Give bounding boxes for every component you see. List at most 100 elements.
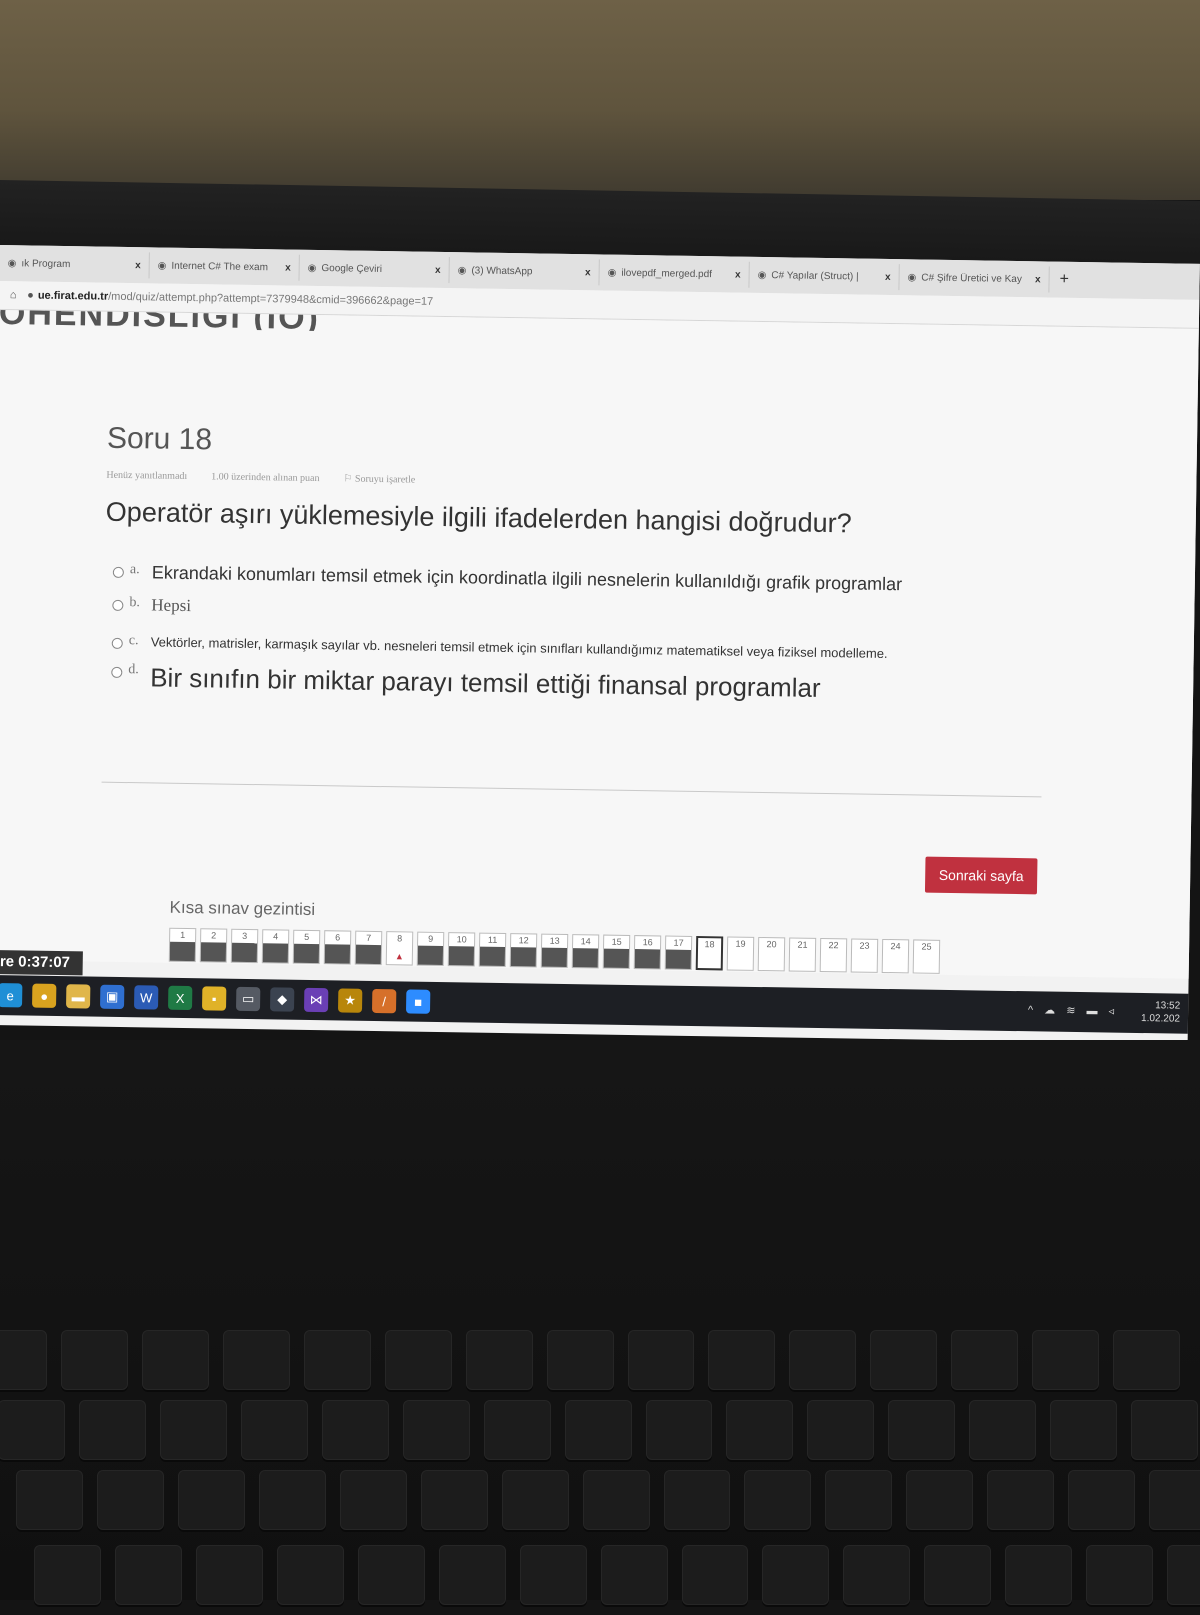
quiz-nav-button-17[interactable]: 17 — [664, 935, 693, 970]
close-tab-icon[interactable]: x — [585, 267, 591, 278]
document-icon: ◉ — [7, 257, 17, 269]
answer-text: Ekrandaki konumları temsil etmek için ko… — [151, 562, 903, 595]
system-tray-icons[interactable]: ^ ☁ ≋ ▬ ◃ — [1028, 1003, 1118, 1017]
keyboard-key — [303, 1330, 371, 1390]
system-clock[interactable]: 13:52 1.02.202 — [1141, 999, 1180, 1026]
close-tab-icon[interactable]: x — [285, 262, 291, 273]
close-tab-icon[interactable]: x — [435, 264, 441, 275]
radio-button[interactable] — [112, 599, 124, 611]
excel-icon[interactable]: X — [168, 985, 193, 1011]
quiz-nav-button-2[interactable]: 2 — [199, 928, 228, 963]
star-icon[interactable]: ★ — [337, 988, 363, 1013]
quiz-nav-button-21[interactable]: 21 — [788, 937, 817, 972]
keyboard-key — [141, 1330, 209, 1390]
nav-number: 3 — [242, 930, 248, 941]
browser-tab[interactable]: ◉ ilovepdf_merged.pdf x — [599, 259, 750, 288]
question-number: Soru 18 — [106, 421, 213, 457]
answered-fill — [324, 944, 351, 964]
keyboard-key — [483, 1400, 551, 1460]
quiz-nav-button-18[interactable]: 18 — [695, 936, 724, 971]
quiz-nav-button-10[interactable]: 10 — [447, 932, 476, 967]
answered-fill — [169, 941, 196, 962]
store-icon[interactable]: ▣ — [100, 984, 125, 1010]
quiz-nav-button-4[interactable]: 4 — [261, 929, 290, 964]
quiz-nav-button-20[interactable]: 20 — [757, 936, 786, 972]
quiz-nav-button-9[interactable]: 9 — [416, 931, 445, 967]
edge-icon[interactable]: e — [0, 983, 23, 1008]
keyboard-row — [16, 1470, 1200, 1540]
keyboard-key — [1032, 1330, 1100, 1390]
home-icon[interactable]: ⌂ — [0, 289, 27, 301]
keyboard-key — [501, 1470, 569, 1530]
keyboard-key — [924, 1545, 992, 1605]
globe-icon: ◉ — [157, 259, 167, 272]
quiz-nav-button-25[interactable]: 25 — [912, 939, 941, 974]
clock-date: 1.02.202 — [1140, 1013, 1181, 1025]
quiz-nav-button-1[interactable]: 1 — [168, 927, 197, 963]
zoom-icon[interactable]: ■ — [405, 989, 431, 1014]
tab-label: C# Yapılar (Struct) | — [771, 269, 859, 282]
answered-fill — [448, 946, 475, 966]
next-page-button[interactable]: Sonraki sayfa — [924, 856, 1038, 895]
quiz-nav-button-11[interactable]: 11 — [478, 932, 507, 968]
quiz-nav-button-14[interactable]: 14 — [571, 934, 600, 969]
quiz-nav-button-19[interactable]: 19 — [726, 936, 755, 971]
quiz-nav-button-3[interactable]: 3 — [230, 928, 259, 964]
close-tab-icon[interactable]: x — [885, 271, 891, 282]
quiz-nav-button-12[interactable]: 12 — [509, 933, 538, 968]
browser-tab[interactable]: ◉ Google Çeviri x — [299, 254, 450, 284]
keyboard-key — [96, 1470, 164, 1530]
pencil-app-icon[interactable]: / — [371, 988, 397, 1014]
answer-option-b[interactable]: b. Hepsi — [112, 595, 1062, 630]
quiz-nav-button-16[interactable]: 16 — [633, 935, 662, 970]
quiz-nav-button-13[interactable]: 13 — [540, 933, 569, 969]
answer-letter: a. — [129, 562, 140, 578]
word-icon[interactable]: W — [134, 985, 159, 1010]
close-tab-icon[interactable]: x — [135, 260, 141, 271]
close-tab-icon[interactable]: x — [1035, 274, 1041, 285]
browser-tab[interactable]: ◉ (3) WhatsApp x — [449, 257, 600, 286]
window-icon[interactable]: ▭ — [236, 986, 261, 1012]
answer-text: Vektörler, matrisler, karmaşık sayılar v… — [150, 634, 888, 661]
quiz-nav-button-5[interactable]: 5 — [292, 929, 321, 965]
visual-studio-icon[interactable]: ⋈ — [303, 987, 329, 1013]
browser-tab[interactable]: ◉ C# Yapılar (Struct) | x — [749, 261, 900, 291]
radio-button[interactable] — [111, 666, 123, 678]
quiz-nav-button-23[interactable]: 23 — [850, 938, 879, 973]
radio-button[interactable] — [111, 637, 123, 649]
keyboard-key — [600, 1545, 668, 1605]
keyboard-key — [681, 1545, 749, 1605]
quiz-nav-button-8[interactable]: 8 ▲ — [385, 931, 414, 966]
radio-button[interactable] — [112, 566, 124, 578]
quiz-nav-button-15[interactable]: 15 — [602, 934, 631, 969]
file-explorer-icon[interactable]: ▬ — [66, 984, 91, 1009]
keyboard-key — [195, 1545, 263, 1605]
chrome-icon[interactable]: ● — [32, 983, 57, 1008]
flag-question-link[interactable]: ⚐ Soruyu işaretle — [343, 473, 415, 485]
new-tab-button[interactable]: + — [1049, 270, 1079, 288]
question-points: 1.00 üzerinden alınan puan — [211, 471, 320, 485]
close-tab-icon[interactable]: x — [735, 269, 741, 280]
keyboard-key — [114, 1545, 182, 1605]
keyboard-key — [276, 1545, 344, 1605]
nav-number: 17 — [673, 937, 684, 948]
answer-option-d[interactable]: d. Bir sınıfın bir miktar parayı temsil … — [111, 662, 1061, 708]
answered-fill — [603, 948, 630, 968]
keyboard-key — [321, 1400, 389, 1460]
tab-label: Google Çeviri — [321, 262, 383, 275]
app-yellow-icon[interactable]: ▪ — [202, 986, 227, 1011]
browser-tab[interactable]: ◉ C# Şifre Üretici ve Kay x — [899, 264, 1050, 293]
keyboard-key — [744, 1470, 812, 1530]
browser-tab[interactable]: ◉ Internet C# The exam x — [149, 252, 300, 281]
keyboard-key — [384, 1330, 452, 1390]
quiz-nav-button-24[interactable]: 24 — [881, 938, 910, 974]
answer-option-c[interactable]: c. Vektörler, matrisler, karmaşık sayıla… — [111, 633, 1062, 665]
quiz-nav-button-22[interactable]: 22 — [819, 937, 848, 973]
answer-option-a[interactable]: a. Ekrandaki konumları temsil etmek için… — [112, 562, 1063, 598]
keyboard-key — [789, 1330, 857, 1390]
quiz-nav-button-6[interactable]: 6 — [323, 930, 352, 965]
keyboard-key — [726, 1400, 794, 1460]
quiz-nav-button-7[interactable]: 7 — [354, 930, 383, 966]
cube-icon[interactable]: ◆ — [269, 987, 295, 1012]
browser-tab[interactable]: ◉ ık Program x — [0, 249, 150, 279]
